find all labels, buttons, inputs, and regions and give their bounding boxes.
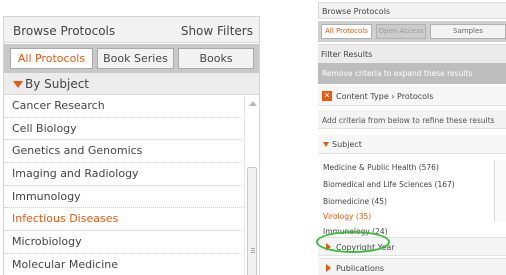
scroll-up-arrow-icon[interactable] [249, 101, 257, 106]
subject-list: Cancer Research Cell Biology Genetics an… [4, 95, 242, 275]
by-subject-label: By Subject [25, 77, 90, 91]
grip-line [251, 252, 255, 253]
tab-open-access[interactable]: Open Access [376, 24, 426, 39]
subject-item[interactable]: Cancer Research [4, 95, 242, 118]
protocol-tabs: All Protocols Open Access Samples [318, 21, 506, 42]
x-icon[interactable]: ✕ [322, 91, 332, 101]
protocol-tabs: All Protocols Book Series Books [4, 44, 259, 73]
section-label: Publications [336, 264, 385, 273]
subject-item[interactable]: Genetics and Genomics [4, 140, 242, 164]
filter-results-label: Filter Results [321, 50, 373, 59]
add-criteria-text: Add criteria from below to refine these … [322, 116, 495, 125]
triangle-down-icon [13, 81, 23, 88]
panel-header: Browse Protocols Show Filters [4, 17, 259, 43]
facet-scrollbar[interactable] [494, 160, 506, 222]
add-criteria-hint: Add criteria from below to refine these … [318, 110, 506, 129]
tab-books[interactable]: Books [178, 48, 254, 69]
by-subject-header[interactable]: By Subject [4, 73, 259, 95]
remove-criteria-hint: Remove criteria to expand these results [318, 63, 506, 84]
triangle-down-icon [323, 142, 329, 147]
tab-all-protocols[interactable]: All Protocols [10, 48, 93, 69]
browse-protocols-panel: Browse Protocols Show Filters All Protoc… [3, 16, 260, 275]
show-filters-link[interactable]: Show Filters [181, 24, 253, 38]
facet-item[interactable]: Medicine & Public Health (576) [323, 163, 439, 172]
remove-criteria-text: Remove criteria to expand these results [322, 69, 473, 78]
screenshot-root: Browse Protocols Show Filters All Protoc… [0, 0, 506, 275]
subject-item-selected[interactable]: Infectious Diseases [4, 208, 242, 232]
highlight-circle [316, 231, 390, 253]
tab-book-series[interactable]: Book Series [97, 48, 174, 69]
facet-item[interactable]: Biomedicine (45) [323, 197, 387, 206]
facet-item-virology[interactable]: Virology (35) [323, 212, 371, 221]
tab-all-protocols[interactable]: All Protocols [321, 24, 372, 39]
subject-item[interactable]: Cell Biology [4, 118, 242, 141]
triangle-right-icon [326, 264, 331, 272]
subject-facet-label: Subject [332, 140, 362, 149]
active-filter-label: Content Type › Protocols [336, 92, 434, 101]
panel-title: Browse Protocols [13, 24, 116, 38]
tab-samples[interactable]: Samples [430, 24, 506, 39]
subject-item[interactable]: Microbiology [4, 231, 242, 254]
filter-results-header: Filter Results [318, 44, 506, 63]
grip-line [251, 250, 255, 251]
facet-item[interactable]: Biomedical and Life Sciences (167) [323, 180, 455, 189]
subject-facet-header[interactable]: Subject [318, 135, 506, 154]
panel-header: Browse Protocols [318, 2, 506, 19]
subject-list-scrollbar[interactable] [244, 95, 259, 275]
grip-line [251, 248, 255, 249]
publications-facet[interactable]: Publications [318, 258, 506, 275]
active-filter-content-type: ✕ Content Type › Protocols [318, 86, 506, 106]
subject-item[interactable]: Molecular Medicine [4, 254, 242, 275]
scrollbar-thumb[interactable] [247, 167, 257, 275]
subject-item[interactable]: Imaging and Radiology [4, 163, 242, 186]
subject-item[interactable]: Immunology [4, 186, 242, 209]
panel-title: Browse Protocols [322, 7, 391, 16]
